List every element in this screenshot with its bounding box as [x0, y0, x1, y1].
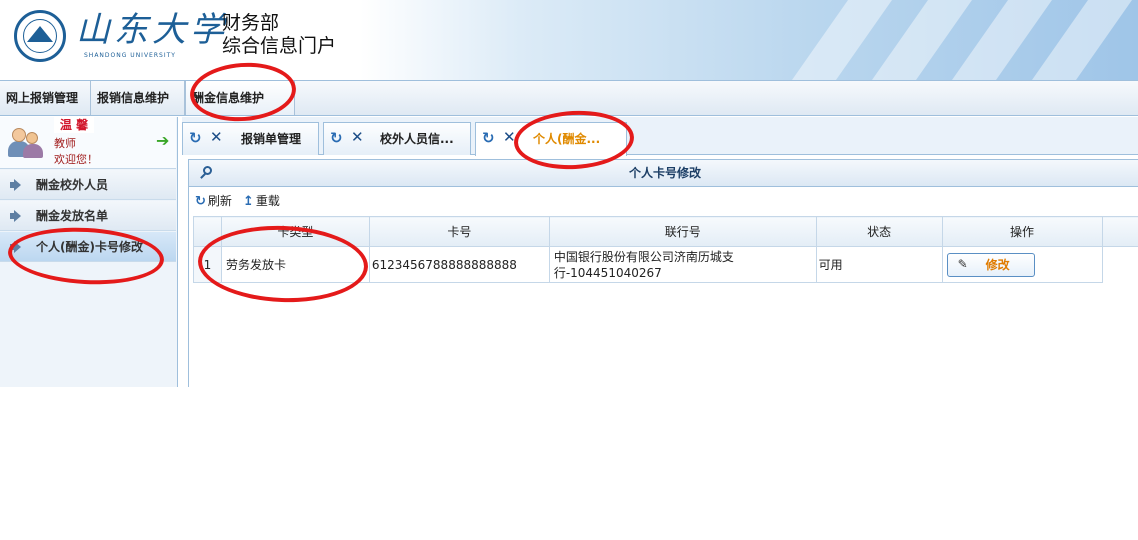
- reload-button[interactable]: ↥ 重载: [243, 192, 280, 210]
- tab-label: 校外人员信...: [380, 132, 454, 146]
- sidebar-item-label: 酬金校外人员: [36, 178, 109, 192]
- cell-filler: [1101, 246, 1138, 283]
- panel-title: 个人卡号修改: [629, 166, 702, 180]
- collapse-arrow-icon[interactable]: ➔: [156, 133, 172, 149]
- cell-status: 可用: [815, 246, 943, 283]
- user-role: 教师: [54, 137, 76, 150]
- column-header-card-number[interactable]: 卡号: [368, 216, 550, 247]
- refresh-label: 刷新: [207, 194, 232, 208]
- tab-bar: ↻ ✕ 报销单管理 ↻ ✕ 校外人员信... ↻ ✕ 个人(酬金...: [182, 117, 1138, 156]
- welcome-text: 欢迎您！: [54, 153, 98, 166]
- sidebar-item-label: 个人(酬金)卡号修改: [36, 240, 143, 254]
- portal-title: 综合信息门户: [222, 35, 337, 57]
- close-icon[interactable]: ✕: [503, 130, 516, 145]
- column-header-action: 操作: [941, 216, 1103, 247]
- toolbar: ↻ 刷新 ↥ 重载: [189, 188, 1138, 214]
- modify-button-label: 修改: [985, 257, 1010, 272]
- column-header-status[interactable]: 状态: [815, 216, 943, 247]
- avatar: [6, 125, 46, 161]
- column-header-card-type[interactable]: 卡类型: [220, 216, 370, 247]
- refresh-icon[interactable]: ↻: [330, 131, 343, 146]
- row-number-header: [193, 216, 222, 247]
- menu-online-reimbursement[interactable]: 网上报销管理: [0, 81, 91, 115]
- top-menu: 网上报销管理 报销信息维护 酬金信息维护: [0, 80, 1138, 116]
- sidebar-item-payment-list[interactable]: 酬金发放名单: [0, 201, 176, 231]
- app-window: 山东大学 SHANDONG UNIVERSITY 财务部 综合信息门户 网上报销…: [0, 0, 1138, 540]
- user-info: 温 馨 教师 欢迎您！ ➔: [0, 117, 176, 169]
- refresh-icon[interactable]: ↻: [189, 131, 202, 146]
- refresh-icon[interactable]: ↻: [482, 131, 495, 146]
- menu-reimbursement-maintenance[interactable]: 报销信息维护: [91, 81, 185, 115]
- tab-reimbursement-management[interactable]: ↻ ✕ 报销单管理: [182, 122, 319, 155]
- user-name: 温 馨: [54, 117, 94, 133]
- arrow-right-icon: [10, 210, 21, 222]
- modify-button[interactable]: ✎ 修改: [946, 252, 1035, 277]
- tab-card-modify[interactable]: ↻ ✕ 个人(酬金...: [475, 122, 627, 156]
- header-banner: 山东大学 SHANDONG UNIVERSITY 财务部 综合信息门户: [0, 0, 1138, 80]
- reload-label: 重载: [255, 194, 280, 208]
- department-title: 财务部: [222, 12, 280, 34]
- sidebar-item-card-modify[interactable]: 个人(酬金)卡号修改: [0, 232, 176, 262]
- cell-card-type: 劳务发放卡: [220, 246, 370, 283]
- bank-name-line1: 中国银行股份有限公司济南历城支: [553, 249, 734, 264]
- main-panel: 个人卡号修改 ↻ 刷新 ↥ 重载 卡类型 卡号 联行号 状态 操作 1 劳务发放…: [188, 159, 1138, 387]
- refresh-button[interactable]: ↻ 刷新: [195, 192, 232, 210]
- arrow-right-icon: [10, 179, 21, 191]
- refresh-icon: ↻: [195, 194, 206, 209]
- card-table: 卡类型 卡号 联行号 状态 操作 1 劳务发放卡 612345678888888…: [193, 216, 1138, 283]
- sidebar: 温 馨 教师 欢迎您！ ➔ 酬金校外人员 酬金发放名单 个人(酬金)卡号修改: [0, 117, 178, 387]
- menu-remuneration-maintenance[interactable]: 酬金信息维护: [185, 81, 295, 115]
- upload-icon: ↥: [243, 194, 254, 209]
- tab-external-personnel[interactable]: ↻ ✕ 校外人员信...: [323, 122, 471, 155]
- cell-action: ✎ 修改: [941, 246, 1103, 283]
- row-number: 1: [193, 246, 222, 283]
- sidebar-item-label: 酬金发放名单: [36, 209, 109, 223]
- table-row[interactable]: 1 劳务发放卡 6123456788888888888 中国银行股份有限公司济南…: [193, 246, 1138, 283]
- table-header-row: 卡类型 卡号 联行号 状态 操作: [193, 216, 1138, 247]
- university-logo-english: SHANDONG UNIVERSITY: [84, 52, 176, 59]
- close-icon[interactable]: ✕: [351, 130, 364, 145]
- arrow-right-icon: [10, 241, 21, 253]
- bank-name-line2: 行-104451040267: [553, 265, 662, 280]
- sidebar-item-external-personnel[interactable]: 酬金校外人员: [0, 170, 176, 200]
- cell-bank-code: 中国银行股份有限公司济南历城支 行-104451040267: [548, 246, 817, 283]
- cell-card-number: 6123456788888888888: [368, 246, 550, 283]
- tab-label: 个人(酬金...: [533, 132, 601, 146]
- panel-header: 个人卡号修改: [189, 160, 1138, 187]
- pencil-icon: ✎: [957, 256, 968, 271]
- column-filler: [1101, 216, 1138, 247]
- column-header-bank-code[interactable]: 联行号: [548, 216, 817, 247]
- university-logo-text: 山东大学: [76, 10, 228, 50]
- university-seal-icon: [14, 10, 66, 62]
- close-icon[interactable]: ✕: [210, 130, 223, 145]
- tab-label: 报销单管理: [241, 132, 302, 146]
